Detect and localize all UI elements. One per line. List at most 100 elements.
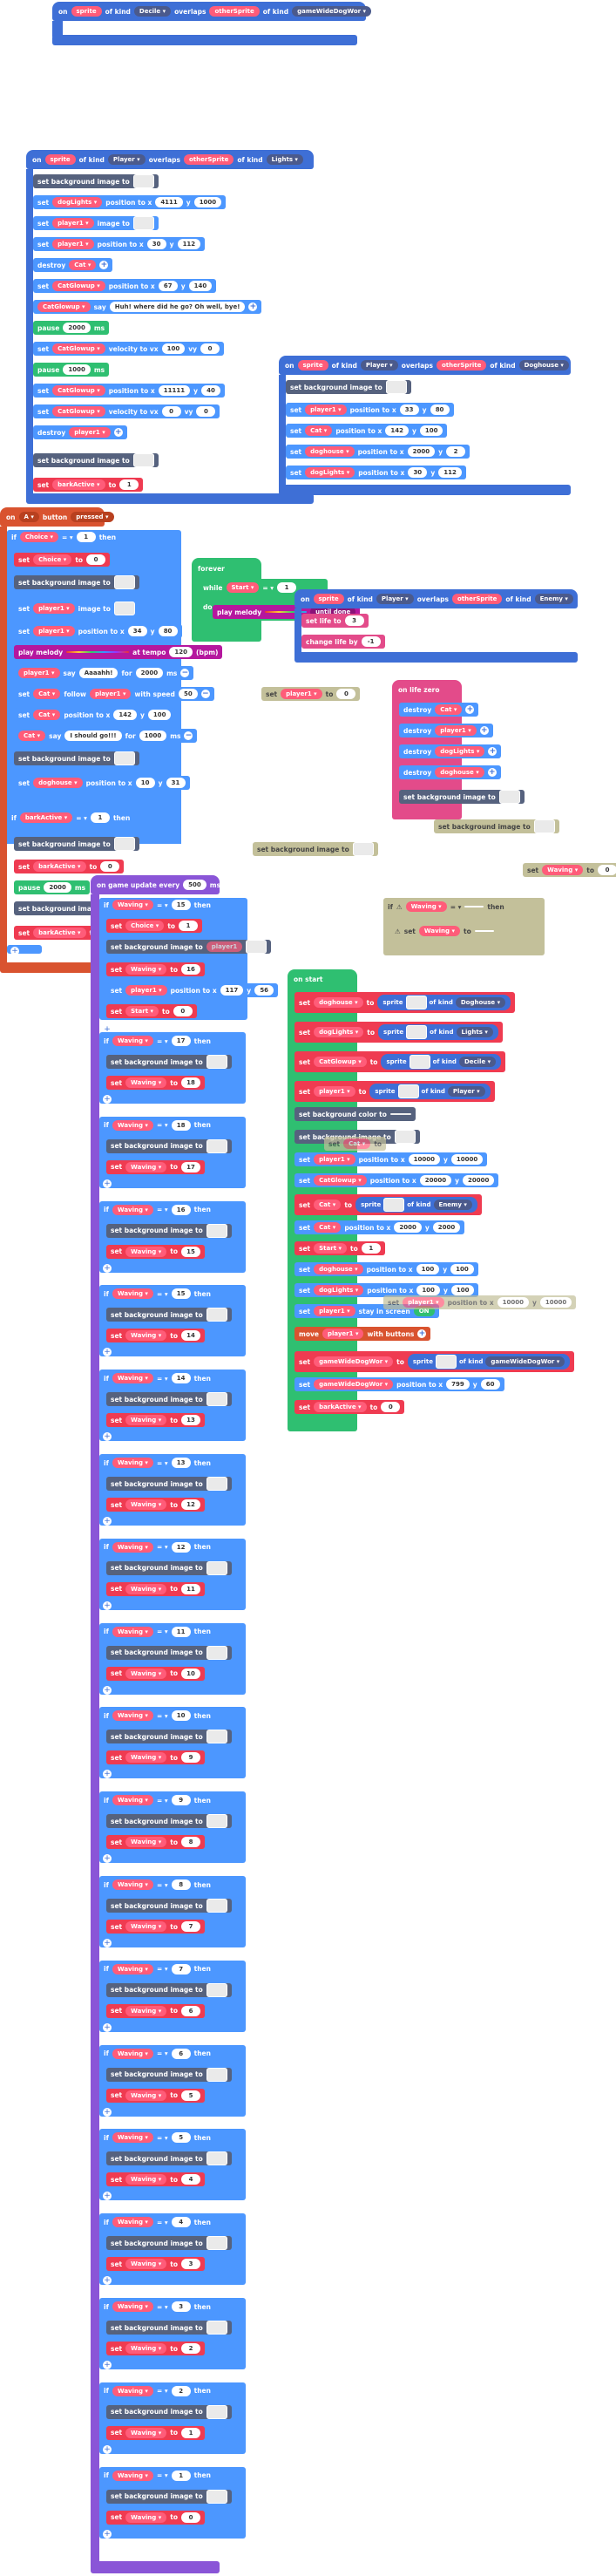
- variable-dropdown[interactable]: Waving: [112, 1626, 153, 1637]
- variable-dropdown[interactable]: Waving: [112, 1879, 153, 1890]
- image-thumbnail[interactable]: [206, 1392, 227, 1407]
- add-icon[interactable]: +: [417, 1329, 427, 1338]
- if-condition-row[interactable]: if Choice = ▾ 1 then: [7, 530, 121, 544]
- variable-dropdown[interactable]: Waving: [542, 865, 584, 875]
- operator-dropdown[interactable]: = ▾: [157, 1459, 168, 1467]
- other-sprite-param[interactable]: otherSprite: [436, 360, 487, 370]
- add-icon[interactable]: +: [103, 2107, 112, 2117]
- set-position-block[interactable]: set doghouse position to x 2000 y 2: [286, 445, 470, 459]
- say-block[interactable]: CatGlowup say Huh! where did he go? Oh w…: [33, 300, 262, 314]
- value-input[interactable]: 17: [181, 1161, 200, 1172]
- compare-value[interactable]: 3: [171, 2301, 191, 2312]
- set-variable-block[interactable]: set Waving to 1: [106, 2425, 205, 2440]
- variable-dropdown[interactable]: player1: [52, 239, 94, 249]
- compare-value[interactable]: 5: [171, 2132, 191, 2144]
- disabled-set-cat[interactable]: set Cat to: [324, 1137, 387, 1151]
- sprite-param[interactable]: sprite: [313, 594, 344, 604]
- if-condition-row[interactable]: if Waving = ▾ 12 then: [99, 1539, 215, 1554]
- set-position-block[interactable]: set CatGlowup position to x 11111 y 40: [33, 384, 225, 398]
- value-input[interactable]: 12: [181, 1499, 200, 1510]
- variable-dropdown[interactable]: Waving: [125, 964, 167, 975]
- image-thumbnail[interactable]: [206, 1138, 227, 1153]
- variable-dropdown[interactable]: player1: [305, 404, 347, 415]
- variable-dropdown[interactable]: CatGlowup: [314, 1057, 367, 1067]
- if-condition-row[interactable]: if Waving = ▾ 18 then: [99, 1118, 215, 1132]
- add-icon[interactable]: +: [103, 1601, 112, 1610]
- set-variable-block[interactable]: set Waving to 8: [106, 1835, 205, 1850]
- set-variable-block[interactable]: set Waving to 2: [106, 2342, 205, 2355]
- variable-dropdown[interactable]: Waving: [125, 1246, 167, 1257]
- if-condition-row[interactable]: if Waving = ▾ 15 then: [99, 1287, 215, 1302]
- operator-dropdown[interactable]: = ▾: [157, 901, 168, 909]
- disabled-if-row[interactable]: if ⚠ Waving = ▾ then: [383, 900, 509, 914]
- variable-dropdown[interactable]: Start: [314, 1243, 348, 1254]
- life-input[interactable]: 3: [344, 615, 364, 626]
- variable-dropdown[interactable]: Choice: [19, 532, 59, 542]
- variable-dropdown[interactable]: CatGlowup: [52, 406, 105, 417]
- remove-icon[interactable]: −: [184, 731, 193, 740]
- say-block[interactable]: player1 say Aaaahh! for 2000 ms −: [14, 666, 194, 680]
- variable-dropdown[interactable]: Cat: [33, 710, 61, 720]
- x-input[interactable]: 100: [416, 1264, 440, 1274]
- value-input[interactable]: 7: [181, 1921, 200, 1932]
- variable-dropdown[interactable]: player1: [18, 668, 60, 678]
- value-input[interactable]: 0: [336, 689, 356, 699]
- add-icon[interactable]: +: [103, 1770, 112, 1779]
- add-icon[interactable]: +: [488, 747, 498, 756]
- x-input[interactable]: 30: [146, 239, 166, 249]
- kind-dropdown[interactable]: Doghouse: [455, 997, 506, 1008]
- value-input[interactable]: 1: [119, 479, 139, 490]
- variable-dropdown[interactable]: Waving: [418, 926, 460, 936]
- destroy-block[interactable]: destroy player1 +: [33, 425, 127, 439]
- compare-value[interactable]: 15: [171, 1288, 191, 1300]
- y-input[interactable]: 20000: [462, 1175, 495, 1186]
- set-position-block[interactable]: set CatGlowup position to x 20000 y 2000…: [294, 1173, 499, 1187]
- vy-input[interactable]: 0: [200, 343, 220, 354]
- variable-dropdown[interactable]: Cat: [314, 1222, 342, 1233]
- y-input[interactable]: 80: [158, 626, 178, 636]
- y-input[interactable]: 100: [450, 1285, 475, 1295]
- set-position-block[interactable]: set player1 position to x 117 y 56: [106, 983, 279, 997]
- variable-dropdown[interactable]: Cat: [435, 704, 463, 715]
- vx-input[interactable]: 100: [161, 343, 186, 354]
- variable-dropdown[interactable]: CatGlowup: [52, 281, 105, 291]
- add-icon[interactable]: +: [487, 768, 497, 777]
- set-variable-block[interactable]: set Waving to 5: [106, 2088, 205, 2103]
- sprite-image[interactable]: [397, 1084, 419, 1098]
- vy-input[interactable]: 0: [196, 406, 216, 417]
- sprite-image[interactable]: [406, 1025, 428, 1039]
- x-input[interactable]: 4111: [155, 197, 183, 207]
- ms-input[interactable]: 2000: [135, 668, 164, 678]
- remove-icon[interactable]: −: [180, 669, 190, 677]
- x-input[interactable]: 10000: [408, 1154, 441, 1165]
- value-input[interactable]: 6: [181, 2005, 200, 2016]
- set-variable-block[interactable]: set Waving to 14: [106, 1329, 205, 1343]
- x-input[interactable]: 117: [220, 985, 244, 996]
- variable-dropdown[interactable]: Waving: [112, 2132, 153, 2144]
- variable-dropdown[interactable]: player1: [281, 689, 322, 699]
- add-icon[interactable]: +: [103, 2361, 112, 2369]
- set-variable-block[interactable]: set Waving to 10: [106, 1666, 205, 1681]
- variable-dropdown[interactable]: player1: [206, 941, 243, 952]
- kind-dropdown[interactable]: Decile: [458, 1057, 497, 1067]
- set-background-image[interactable]: set background image to: [33, 453, 159, 467]
- value-input[interactable]: 8: [181, 1837, 200, 1848]
- add-icon[interactable]: +: [103, 1179, 112, 1188]
- ms-input[interactable]: 2000: [63, 323, 91, 333]
- value-input[interactable]: 0: [381, 1402, 401, 1412]
- image-thumbnail[interactable]: [206, 2236, 227, 2251]
- overlap-event-lights[interactable]: on sprite of kind Player overlaps otherS…: [26, 150, 314, 169]
- variable-dropdown[interactable]: Waving: [112, 2048, 153, 2059]
- if-condition-row[interactable]: if Waving = ▾ 5 then: [99, 2131, 215, 2145]
- variable-dropdown[interactable]: player1: [125, 985, 167, 996]
- value-input[interactable]: 3: [181, 2259, 200, 2270]
- compare-value[interactable]: 7: [171, 1963, 191, 1974]
- variable-dropdown[interactable]: dogLights: [314, 1285, 364, 1295]
- operator-dropdown[interactable]: = ▾: [157, 1290, 168, 1298]
- if-condition-row[interactable]: if Waving = ▾ 1 then: [99, 2468, 215, 2483]
- operator-dropdown[interactable]: = ▾: [157, 1206, 168, 1213]
- variable-dropdown[interactable]: Waving: [405, 901, 447, 912]
- image-thumbnail[interactable]: [113, 602, 135, 615]
- operator-dropdown[interactable]: = ▾: [157, 2303, 168, 2311]
- set-image-block[interactable]: set player1 image to: [33, 216, 159, 230]
